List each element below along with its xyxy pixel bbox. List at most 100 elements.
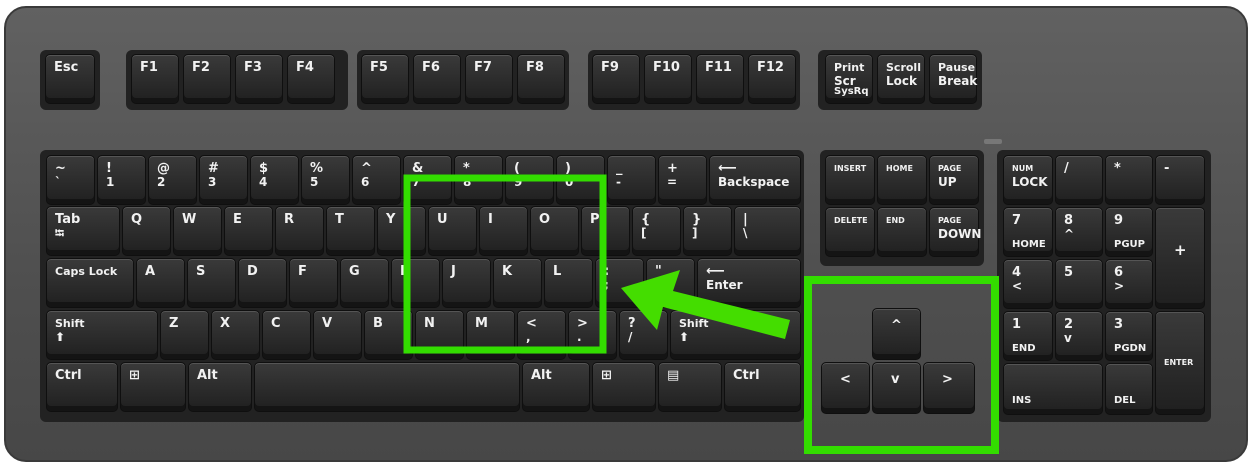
f7-key[interactable]: F7 [465,54,513,104]
d-key[interactable]: D [238,258,287,308]
tab-key[interactable]: Tab ⭾ [46,206,120,256]
f8-key[interactable]: F8 [517,54,565,104]
right-bracket-key[interactable]: }] [683,206,732,256]
semicolon-key[interactable]: :; [595,258,644,308]
backslash-key[interactable]: | \ [734,206,801,256]
k-key[interactable]: K [493,258,542,308]
numpad-plus-key[interactable]: + [1155,207,1205,309]
n5-key[interactable]: % 5 [301,155,350,205]
left-shift-key[interactable]: Shift ⬆ [46,310,158,360]
f-key[interactable]: F [289,258,338,308]
v-key[interactable]: V [313,310,362,360]
home-key[interactable]: HOME [877,155,927,205]
y-key[interactable]: Y [377,206,426,256]
n7-key[interactable]: & 7 [403,155,452,205]
numpad-multiply-key[interactable]: * [1105,155,1153,205]
m-key[interactable]: M [466,310,515,360]
up-arrow-key[interactable]: ^ [872,308,921,360]
f5-key[interactable]: F5 [361,54,409,104]
space-key[interactable] [254,362,520,412]
page-down-key[interactable]: PAGE DOWN [929,207,981,257]
right-windows-key[interactable]: ⊞ [592,362,656,412]
f6-key[interactable]: F6 [413,54,461,104]
page-up-key[interactable]: PAGE UP [929,155,979,205]
numpad-5-key[interactable]: 5 [1055,259,1103,309]
f4-key[interactable]: F4 [287,54,335,104]
l-key[interactable]: L [544,258,593,308]
pause-break-key[interactable]: Pause Break [929,54,977,104]
n-key[interactable]: N [415,310,464,360]
j-key[interactable]: J [442,258,491,308]
backspace-key[interactable]: ⟵ Backspace [709,155,801,205]
left-windows-key[interactable]: ⊞ [120,362,186,412]
n3-key[interactable]: #3 [199,155,248,205]
right-alt-key[interactable]: Alt [522,362,590,412]
f11-key[interactable]: F11 [696,54,744,104]
i-key[interactable]: I [479,206,528,256]
numpad-9-key[interactable]: 9 PGUP [1105,207,1153,257]
down-arrow-key[interactable]: v [872,362,921,414]
s-key[interactable]: S [187,258,236,308]
n8-key[interactable]: * 8 [454,155,503,205]
equals-key[interactable]: + = [658,155,707,205]
numpad-0-key[interactable]: INS [1003,363,1103,415]
delete-key[interactable]: DELETE [825,207,875,257]
u-key[interactable]: U [428,206,477,256]
minus-key[interactable]: _ - [607,155,656,205]
r-key[interactable]: R [275,206,324,256]
n9-key[interactable]: (9 [505,155,554,205]
a-key[interactable]: A [136,258,185,308]
insert-key[interactable]: INSERT [825,155,875,205]
numpad-1-key[interactable]: 1 END [1003,311,1053,361]
num-lock-key[interactable]: NUM LOCK [1003,155,1053,205]
quote-key[interactable]: " ' [646,258,695,308]
f3-key[interactable]: F3 [235,54,283,104]
f12-key[interactable]: F12 [748,54,796,104]
b-key[interactable]: B [364,310,413,360]
comma-key[interactable]: <, [517,310,566,360]
esc-key[interactable]: Esc [45,54,95,104]
scroll-lock-key[interactable]: Scroll Lock [877,54,925,104]
numpad-8-key[interactable]: 8 ^ [1055,207,1103,257]
f9-key[interactable]: F9 [592,54,640,104]
numpad-enter-key[interactable]: ENTER [1155,311,1205,415]
left-ctrl-key[interactable]: Ctrl [46,362,118,412]
numpad-2-key[interactable]: 2v [1055,311,1103,361]
print-screen-key[interactable]: Print Scr SysRq [825,54,873,104]
period-key[interactable]: >. [568,310,617,360]
f1-key[interactable]: F1 [131,54,179,104]
w-key[interactable]: W [173,206,222,256]
n6-key[interactable]: ^ 6 [352,155,401,205]
left-alt-key[interactable]: Alt [188,362,252,412]
e-key[interactable]: E [224,206,273,256]
left-arrow-key[interactable]: < [821,362,870,414]
numpad-7-key[interactable]: 7 HOME [1003,207,1053,257]
g-key[interactable]: G [340,258,389,308]
p-key[interactable]: P [581,206,630,256]
numpad-decimal-key[interactable]: DEL [1105,363,1153,415]
o-key[interactable]: O [530,206,579,256]
numpad-divide-key[interactable]: / [1055,155,1103,205]
q-key[interactable]: Q [122,206,171,256]
enter-key[interactable]: ⟵ Enter [697,258,801,308]
numpad-3-key[interactable]: 3 PGDN [1105,311,1153,361]
caps-lock-key[interactable]: Caps Lock [46,258,134,308]
z-key[interactable]: Z [160,310,209,360]
f2-key[interactable]: F2 [183,54,231,104]
right-arrow-key[interactable]: > [923,362,975,414]
numpad-6-key[interactable]: 6 > [1105,259,1153,309]
numpad-minus-key[interactable]: - [1155,155,1205,205]
end-key[interactable]: END [877,207,927,257]
f10-key[interactable]: F10 [644,54,692,104]
slash-key[interactable]: ? / [619,310,668,360]
numpad-4-key[interactable]: 4 < [1003,259,1053,309]
n2-key[interactable]: @2 [148,155,197,205]
x-key[interactable]: X [211,310,260,360]
c-key[interactable]: C [262,310,311,360]
menu-key[interactable]: ▤ [658,362,722,412]
right-ctrl-key[interactable]: Ctrl [724,362,801,412]
t-key[interactable]: T [326,206,375,256]
tilde-key[interactable]: ~ ` [46,155,95,205]
n1-key[interactable]: ! 1 [97,155,146,205]
n4-key[interactable]: $4 [250,155,299,205]
